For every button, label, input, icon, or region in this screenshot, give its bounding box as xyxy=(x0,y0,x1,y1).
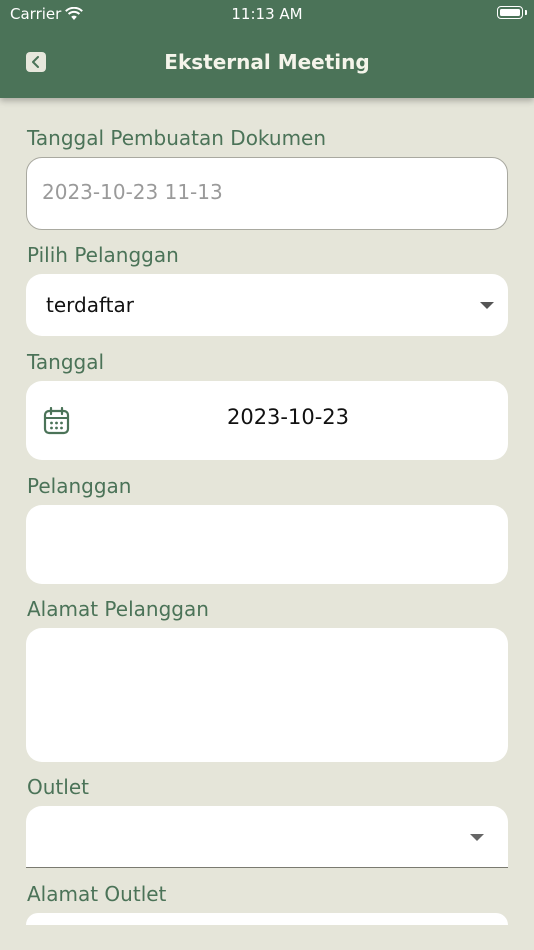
pelanggan-input[interactable] xyxy=(26,505,508,584)
alamat-pelanggan-label: Alamat Pelanggan xyxy=(27,597,209,621)
status-time: 11:13 AM xyxy=(231,5,303,23)
tanggal-label: Tanggal xyxy=(27,350,105,374)
tanggal-pembuatan-value: 2023-10-23 11-13 xyxy=(42,180,223,204)
pilih-pelanggan-value: terdaftar xyxy=(46,293,134,317)
alamat-outlet-label: Alamat Outlet xyxy=(27,882,167,906)
battery-cap xyxy=(525,10,527,15)
dropdown-arrow-icon xyxy=(470,834,484,841)
outlet-underline xyxy=(26,867,508,868)
battery-icon xyxy=(497,6,523,19)
outlet-select[interactable] xyxy=(26,806,508,867)
alamat-pelanggan-textarea[interactable] xyxy=(26,628,508,762)
dropdown-arrow-icon xyxy=(480,302,494,309)
pilih-pelanggan-select[interactable]: terdaftar xyxy=(26,274,508,336)
outlet-label: Outlet xyxy=(27,775,89,799)
pilih-pelanggan-label: Pilih Pelanggan xyxy=(27,243,179,267)
alamat-outlet-input[interactable] xyxy=(26,913,508,925)
tanggal-date-picker[interactable]: 2023-10-23 xyxy=(26,381,508,460)
page-title: Eksternal Meeting xyxy=(164,50,370,74)
app-header: Carrier 11:13 AM Eksternal Meeting xyxy=(0,0,534,98)
tanggal-pembuatan-field[interactable]: 2023-10-23 11-13 xyxy=(26,157,508,230)
tanggal-pembuatan-label: Tanggal Pembuatan Dokumen xyxy=(27,126,327,150)
tanggal-value: 2023-10-23 xyxy=(226,405,350,429)
pelanggan-label: Pelanggan xyxy=(27,474,132,498)
